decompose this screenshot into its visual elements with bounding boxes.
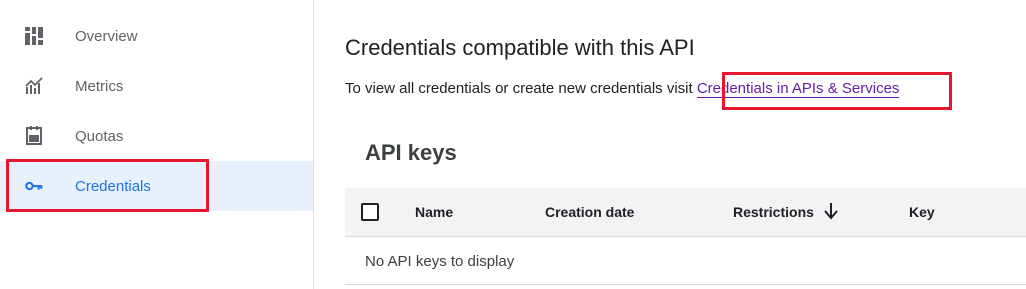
sidebar-item-label: Quotas	[75, 127, 124, 145]
dashboard-icon	[24, 26, 44, 46]
column-header-restrictions[interactable]: Restrictions	[733, 204, 814, 220]
sidebar-item-overview[interactable]: Overview	[0, 11, 313, 61]
select-all-checkbox[interactable]	[361, 203, 379, 221]
key-icon	[24, 176, 44, 196]
column-header-creation-date[interactable]: Creation date	[545, 204, 634, 220]
page-title: Credentials compatible with this API	[345, 35, 695, 60]
section-title: API keys	[365, 140, 457, 165]
page: Overview Metrics Quotas Credentials Cred…	[0, 0, 1026, 289]
sidebar-item-label: Credentials	[75, 177, 151, 195]
sidebar-item-label: Overview	[75, 27, 138, 45]
sidebar-item-label: Metrics	[75, 77, 124, 95]
info-text: To view all credentials or create new cr…	[345, 80, 693, 97]
arrow-down-icon[interactable]	[823, 201, 839, 221]
chart-icon	[24, 76, 44, 96]
table-header: Name Creation date Restrictions Key	[345, 188, 1026, 237]
sidebar-item-credentials[interactable]: Credentials	[0, 161, 313, 211]
sidebar-item-quotas[interactable]: Quotas	[0, 111, 313, 161]
sidebar-item-metrics[interactable]: Metrics	[0, 61, 313, 111]
quota-icon	[24, 126, 44, 146]
credentials-link[interactable]: Credentials in APIs & Services	[696, 80, 900, 98]
info-line: To view all credentials or create new cr…	[345, 80, 900, 98]
empty-message: No API keys to display	[365, 253, 515, 270]
column-header-name[interactable]: Name	[415, 204, 453, 220]
sidebar: Overview Metrics Quotas Credentials	[0, 0, 314, 289]
main-content: Credentials compatible with this API To …	[314, 0, 1026, 289]
table-row: No API keys to display	[345, 237, 1026, 285]
column-header-key[interactable]: Key	[909, 204, 935, 220]
